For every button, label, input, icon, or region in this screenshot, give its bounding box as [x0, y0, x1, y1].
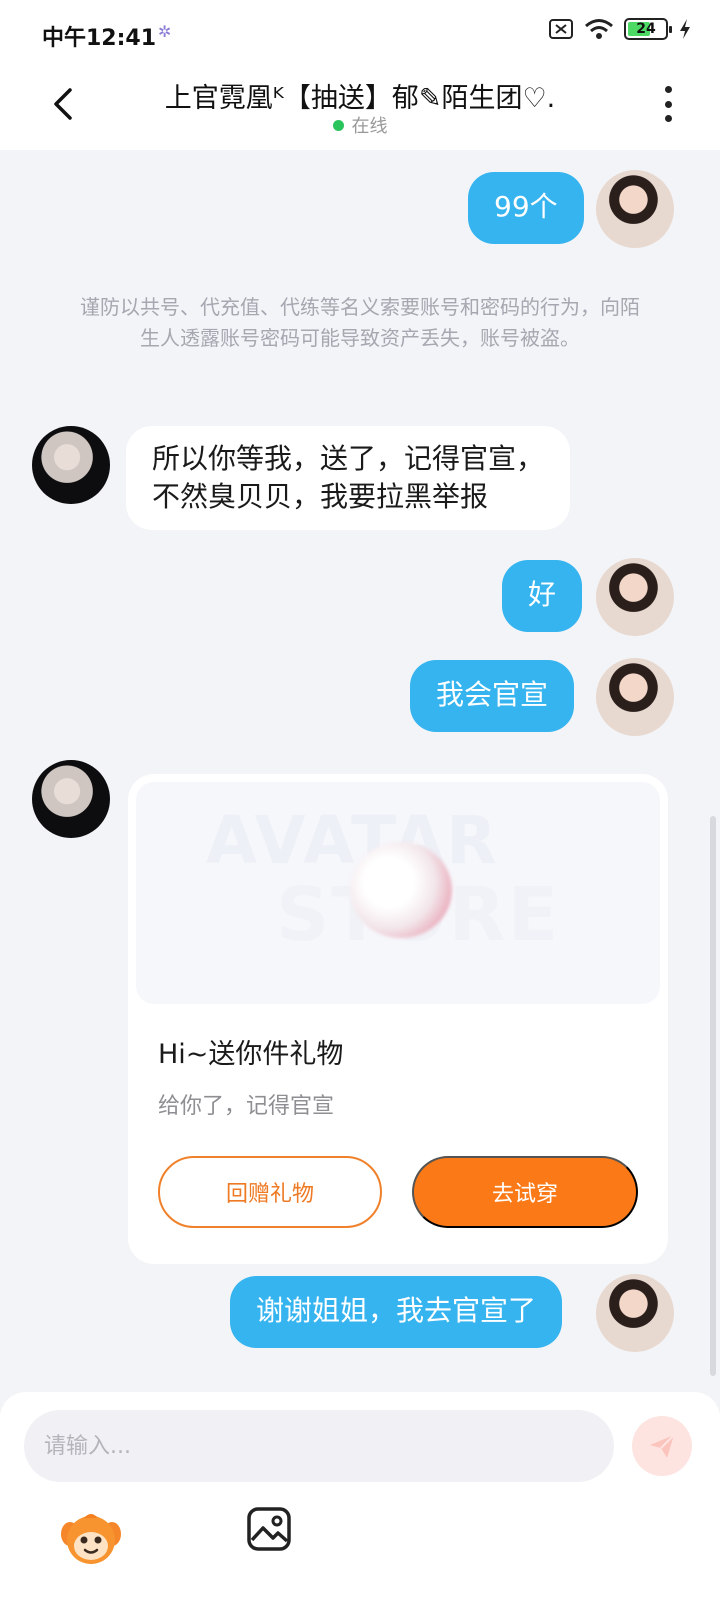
security-notice: 谨防以共号、代充值、代练等名义索要账号和密码的行为，向陌生人透露账号密码可能导致… [80, 295, 640, 350]
message-bubble-sent[interactable]: 好 [502, 560, 583, 632]
status-icons: 24 [548, 18, 692, 40]
sim-icon [548, 18, 574, 40]
emoji-icon[interactable] [58, 1504, 124, 1570]
battery-level: 24 [636, 21, 656, 37]
message-bubble-sent[interactable]: 我会官宣 [410, 660, 575, 732]
charging-icon [678, 18, 692, 40]
battery-icon: 24 [624, 18, 672, 40]
image-icon[interactable] [246, 1506, 292, 1552]
gift-watermark-top: AVATAR [206, 802, 499, 879]
online-text: 在线 [351, 116, 388, 137]
online-dot [332, 119, 344, 131]
my-avatar[interactable] [596, 170, 674, 248]
send-icon[interactable] [632, 1416, 692, 1476]
chat-header: 上官霓凰ᴷ【抽送】郁✎陌生团♡. 在线 [0, 66, 720, 150]
scrollbar[interactable] [710, 816, 716, 1376]
gift-item [350, 842, 452, 938]
message-line: 所以你等我，送了，记得官宣， [152, 442, 545, 475]
message-bubble-sent[interactable]: 99个 [468, 172, 584, 244]
more-vertical-icon[interactable] [656, 84, 680, 124]
gift-card[interactable]: AVATAR STORE Hi~送你件礼物 给你了，记得官宣 回赠礼物 去试穿 [128, 774, 668, 1264]
gift-subtitle: 给你了，记得官宣 [158, 1094, 335, 1119]
message-list[interactable]: 99个 谨防以共号、代充值、代练等名义索要账号和密码的行为，向陌生人透露账号密码… [0, 150, 720, 1392]
my-avatar[interactable] [596, 558, 674, 636]
my-avatar[interactable] [596, 1274, 674, 1352]
status-time: 中午12:41 [42, 26, 157, 51]
my-avatar[interactable] [596, 658, 674, 736]
contact-avatar[interactable] [32, 426, 110, 504]
message-bubble-sent[interactable]: 谢谢姐姐，我去官宣了 [230, 1276, 563, 1348]
message-line: 不然臭贝贝，我要拉黑举报 [152, 480, 489, 513]
wifi-icon [584, 18, 614, 40]
notification-icon: ✲ [158, 22, 172, 41]
status-bar: 中午12:41 ✲ 24 [0, 0, 720, 66]
gift-image[interactable]: AVATAR STORE [136, 782, 660, 1004]
message-bubble-received[interactable]: 所以你等我，送了，记得官宣， 不然臭贝贝，我要拉黑举报 [126, 426, 571, 530]
message-input[interactable] [24, 1410, 614, 1482]
contact-avatar[interactable] [32, 760, 110, 838]
gift-title: Hi~送你件礼物 [158, 1039, 344, 1070]
chat-title: 上官霓凰ᴷ【抽送】郁✎陌生团♡. [164, 83, 556, 114]
online-status: 在线 [0, 112, 720, 138]
composer [0, 1392, 720, 1600]
try-on-button[interactable]: 去试穿 [412, 1156, 638, 1228]
return-gift-button[interactable]: 回赠礼物 [158, 1156, 382, 1228]
